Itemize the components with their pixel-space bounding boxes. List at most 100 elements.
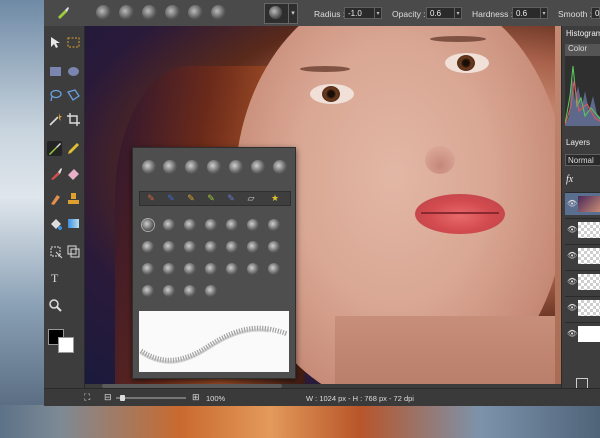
brush-category-paint-icon[interactable]: ✎: [142, 193, 160, 204]
layer-row[interactable]: 👁: [565, 270, 600, 293]
layer-visibility-eye-icon[interactable]: 👁: [567, 251, 577, 260]
fx-icon[interactable]: fx: [566, 174, 573, 185]
popup-brush-preset-2-icon[interactable]: [163, 160, 177, 174]
popup-brush-preset-6-icon[interactable]: [251, 160, 265, 174]
brush-tip-icon[interactable]: [184, 219, 196, 231]
brush-tip-icon[interactable]: [142, 285, 154, 297]
eraser-icon[interactable]: [66, 166, 81, 181]
fill-bucket-icon[interactable]: [48, 216, 63, 231]
zoom-slider-handle[interactable]: [120, 395, 125, 401]
hardness-dropdown-icon[interactable]: ▾: [540, 7, 548, 19]
crop-tool-icon[interactable]: [66, 112, 81, 127]
blend-mode-select[interactable]: Normal: [565, 154, 600, 166]
pencil-tool-icon[interactable]: [66, 141, 81, 156]
popup-brush-preset-7-icon[interactable]: [273, 160, 287, 174]
transform-icon[interactable]: [48, 244, 63, 259]
magic-wand-icon[interactable]: [48, 112, 63, 127]
histogram-tab[interactable]: Histogram: [566, 29, 600, 38]
stamp-icon[interactable]: [66, 191, 81, 206]
move-tool-icon[interactable]: [48, 35, 63, 50]
popup-brush-preset-4-icon[interactable]: [207, 160, 221, 174]
smooth-field[interactable]: 0.1: [591, 7, 600, 19]
brush-preset-4-icon[interactable]: [165, 5, 180, 20]
brush-tip-icon[interactable]: [163, 263, 175, 275]
color-tab[interactable]: Color: [565, 44, 600, 56]
smudge-icon[interactable]: [48, 191, 63, 206]
fit-screen-icon[interactable]: ⛶: [84, 392, 90, 403]
options-bar: ▾ Radius : -1.0 ▾ Opacity : 0.6 ▾ Hardne…: [44, 0, 600, 27]
popup-brush-preset-1-icon[interactable]: [142, 160, 156, 174]
brush-tip-icon[interactable]: [205, 285, 217, 297]
brush-preset-5-icon[interactable]: [188, 5, 203, 20]
radius-dropdown-icon[interactable]: ▾: [374, 7, 382, 19]
canvas-artwork-brow-right: [430, 36, 486, 42]
brush-selector[interactable]: [264, 3, 290, 24]
brush-preset-2-icon[interactable]: [119, 5, 134, 20]
brush-tip-icon[interactable]: [163, 285, 175, 297]
brush-category-pen-icon[interactable]: ✎: [162, 193, 180, 204]
brush-tip-icon[interactable]: [184, 285, 196, 297]
photo-editor-window: ▾ Radius : -1.0 ▾ Opacity : 0.6 ▾ Hardne…: [44, 0, 600, 406]
brush-tip-icon[interactable]: [184, 241, 196, 253]
brush-tip-icon[interactable]: [247, 263, 259, 275]
layer-row[interactable]: 👁: [565, 244, 600, 267]
brush-tip-icon[interactable]: [205, 219, 217, 231]
layer-visibility-eye-icon[interactable]: 👁: [567, 225, 577, 234]
image-canvas[interactable]: ✎ ✎ ✎ ✎ ✎ ▱ ★: [85, 26, 599, 384]
brush-category-ink-icon[interactable]: ✎: [222, 193, 240, 204]
brush-category-marker-icon[interactable]: ✎: [202, 193, 220, 204]
brush-tip-icon[interactable]: [268, 263, 280, 275]
brush-tip-icon[interactable]: [226, 241, 238, 253]
brush-tip-icon[interactable]: [247, 241, 259, 253]
brush-tip-icon[interactable]: [142, 263, 154, 275]
brush-tip-icon[interactable]: [205, 241, 217, 253]
color-replace-icon[interactable]: [48, 166, 63, 181]
layer-visibility-eye-icon[interactable]: 👁: [567, 303, 577, 312]
brush-tip-icon[interactable]: [226, 263, 238, 275]
layer-row[interactable]: 👁: [565, 218, 600, 241]
background-color-swatch[interactable]: [58, 337, 74, 353]
zoom-tool-icon[interactable]: [48, 298, 63, 313]
brush-tip-icon[interactable]: [163, 241, 175, 253]
brush-tip-icon[interactable]: [142, 241, 154, 253]
opacity-dropdown-icon[interactable]: ▾: [454, 7, 462, 19]
layer-visibility-eye-icon[interactable]: 👁: [567, 199, 577, 208]
popup-brush-preset-3-icon[interactable]: [185, 160, 199, 174]
brush-tip-icon[interactable]: [226, 219, 238, 231]
zoom-in-icon[interactable]: ⊞: [192, 392, 200, 403]
brush-dropdown-arrow-icon[interactable]: ▾: [288, 3, 298, 24]
brush-category-pencil-icon[interactable]: ✎: [182, 193, 200, 204]
layer-visibility-eye-icon[interactable]: 👁: [567, 277, 577, 286]
lasso-icon[interactable]: [48, 88, 63, 103]
gradient-icon[interactable]: [66, 216, 81, 231]
brush-preset-1-icon[interactable]: [96, 5, 111, 20]
polygon-lasso-icon[interactable]: [66, 88, 81, 103]
layer-thumbnail: [578, 326, 600, 342]
brush-tip-icon[interactable]: [142, 219, 154, 231]
brush-tip-icon[interactable]: [268, 219, 280, 231]
brush-tip-icon[interactable]: [205, 263, 217, 275]
ellipse-shape-icon[interactable]: [66, 64, 81, 79]
brush-tool-icon[interactable]: [47, 141, 62, 156]
brush-tip-icon[interactable]: [247, 219, 259, 231]
zoom-slider[interactable]: [116, 397, 186, 399]
brush-preset-6-icon[interactable]: [211, 5, 226, 20]
rectangle-shape-icon[interactable]: [48, 64, 63, 79]
rect-marquee-icon[interactable]: [66, 35, 81, 50]
text-tool-icon[interactable]: T: [48, 269, 63, 285]
brush-tip-icon[interactable]: [163, 219, 175, 231]
layer-row[interactable]: 👁: [565, 296, 600, 319]
brush-preset-3-icon[interactable]: [142, 5, 157, 20]
zoom-out-icon[interactable]: ⊟: [104, 392, 112, 403]
brush-tip-icon[interactable]: [184, 263, 196, 275]
layer-row[interactable]: 👁: [565, 192, 600, 215]
brush-tip-icon[interactable]: [268, 241, 280, 253]
layers-tab[interactable]: Layers: [566, 138, 590, 147]
brush-tool-icon[interactable]: [56, 5, 70, 19]
popup-brush-preset-5-icon[interactable]: [229, 160, 243, 174]
brush-category-special-icon[interactable]: ★: [266, 193, 284, 204]
layer-row[interactable]: 👁: [565, 322, 600, 345]
clone-icon[interactable]: [66, 244, 81, 259]
layer-visibility-eye-icon[interactable]: 👁: [567, 329, 577, 338]
brush-category-eraser-icon[interactable]: ▱: [242, 193, 260, 204]
